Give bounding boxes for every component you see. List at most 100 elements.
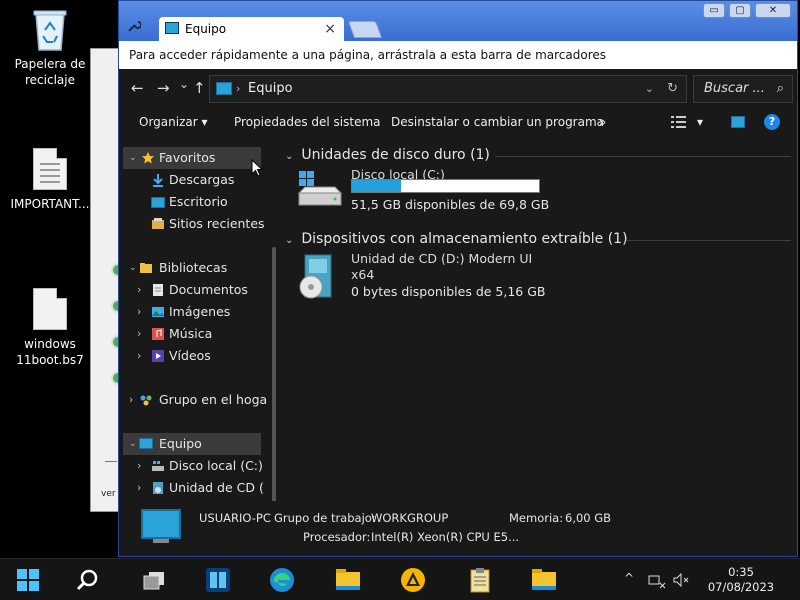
back-button[interactable]: ← <box>131 79 144 97</box>
search-icon[interactable]: ⌕ <box>777 76 784 102</box>
music-icon <box>152 328 164 340</box>
nav-desktop[interactable]: Escritorio <box>123 191 228 213</box>
tab-equipo[interactable]: Equipo × <box>159 17 344 41</box>
divider <box>495 156 791 157</box>
hard-drive-icon <box>297 171 343 206</box>
nav-local-disk[interactable]: › Disco local (C:) <box>123 455 263 477</box>
title-bar[interactable]: Equipo × ▭ ▢ ✕ <box>119 1 797 41</box>
new-tab-button[interactable] <box>347 21 383 38</box>
chevron-down-icon[interactable]: ⌄ <box>285 151 293 162</box>
cd-drive-icon <box>299 254 332 299</box>
tab-title: Equipo <box>185 22 227 36</box>
group-header-hard-drives[interactable]: ⌄ Unidades de disco duro (1) <box>285 147 490 167</box>
address-bar[interactable]: › Equipo ⌄ ↻ <box>209 75 687 103</box>
memory-label: Memoria: <box>509 511 564 525</box>
recent-locations-button[interactable]: ⌄ <box>179 77 189 91</box>
address-dropdown-button[interactable]: ⌄ <box>645 76 654 102</box>
app-window-icon[interactable] <box>204 566 232 594</box>
nav-downloads[interactable]: Descargas <box>123 169 234 191</box>
nav-homegroup[interactable]: › Grupo en el hoga <box>123 389 267 411</box>
uninstall-program-button[interactable]: Desinstalar o cambiar un programa <box>391 115 604 129</box>
network-icon[interactable] <box>648 571 666 589</box>
documents-icon <box>153 284 163 296</box>
task-view-icon[interactable] <box>140 566 168 594</box>
more-commands-button[interactable]: » <box>599 115 606 129</box>
refresh-button[interactable]: ↻ <box>667 76 678 102</box>
preview-pane-icon[interactable] <box>731 116 745 128</box>
drive-d[interactable]: Unidad de CD (D:) Modern UI x64 0 bytes … <box>285 251 565 307</box>
chevron-down-icon[interactable]: ⌄ <box>129 147 137 169</box>
nav-pictures[interactable]: › Imágenes <box>123 301 230 323</box>
chevron-right-icon[interactable]: › <box>137 279 141 301</box>
monitor-stand <box>153 539 169 543</box>
desktop-icon-recycle-bin[interactable]: Papelera de reciclaje <box>0 8 100 88</box>
volume-muted-icon[interactable] <box>672 571 690 589</box>
group-header-removable[interactable]: ⌄ Dispositivos con almacenamiento extraíb… <box>285 231 628 251</box>
nav-cd-drive[interactable]: › Unidad de CD ( <box>123 477 264 499</box>
organize-button[interactable]: Organizar ▾ <box>139 115 208 129</box>
chevron-right-icon[interactable]: › <box>129 389 133 411</box>
explorer-pane[interactable]: ← → ⌄ ↑ › Equipo ⌄ ↻ Buscar ... ⌕ Organi… <box>119 69 797 556</box>
forward-button[interactable]: → <box>157 79 170 97</box>
desktop-icon-important[interactable]: IMPORTANT... <box>0 148 100 212</box>
navigation-pane[interactable]: ⌄ Favoritos Descargas Escritorio Sitios … <box>123 147 276 507</box>
view-dropdown-button[interactable]: ▾ <box>697 115 703 129</box>
nav-recent-places-label: Sitios recientes <box>169 216 265 231</box>
chevron-down-icon[interactable]: ⌄ <box>285 235 293 246</box>
chevron-right-icon[interactable]: › <box>137 477 141 499</box>
bookmark-hint: Para acceder rápidamente a una página, a… <box>129 48 606 62</box>
folder-icon[interactable] <box>530 566 558 594</box>
nav-documents[interactable]: › Documentos <box>123 279 248 301</box>
divider <box>105 461 117 462</box>
clipboard-icon[interactable] <box>466 566 494 594</box>
chevron-right-icon[interactable]: › <box>137 323 141 345</box>
navpane-scrollbar[interactable] <box>272 247 276 507</box>
desktop-icon-label: Papelera de reciclaje <box>14 57 86 87</box>
drive-c-usage-fill <box>352 180 401 192</box>
nav-videos[interactable]: › Vídeos <box>123 345 211 367</box>
explorer-browser-window[interactable]: Equipo × ▭ ▢ ✕ Para acceder rápidamente … <box>118 0 798 557</box>
chevron-down-icon[interactable]: ⌄ <box>129 433 137 455</box>
close-button[interactable]: ✕ <box>755 3 791 18</box>
cd-drive-icon <box>153 482 163 494</box>
address-separator[interactable]: › <box>236 76 240 102</box>
app-triangle-icon[interactable] <box>399 566 427 594</box>
clock[interactable]: 0:35 07/08/2023 <box>700 565 782 595</box>
chevron-right-icon[interactable]: › <box>137 301 141 323</box>
tray-overflow-button[interactable]: ^ <box>624 571 634 585</box>
libraries-icon <box>140 263 152 273</box>
tab-close-button[interactable]: × <box>324 17 336 41</box>
maximize-button[interactable]: ▢ <box>729 3 751 18</box>
desktop-icon-windows11boot[interactable]: windows 11boot.bs7 <box>0 288 100 368</box>
help-button[interactable]: ? <box>764 114 780 130</box>
document-icon <box>30 288 70 332</box>
nav-videos-label: Vídeos <box>169 348 211 363</box>
drive-d-arch: x64 <box>351 267 375 282</box>
chevron-right-icon[interactable]: › <box>137 455 141 477</box>
address-location[interactable]: Equipo <box>248 81 293 96</box>
search-input[interactable]: Buscar ... ⌕ <box>693 75 793 103</box>
star-icon <box>142 152 154 164</box>
group-header-label: Dispositivos con almacenamiento extraíbl… <box>301 231 628 247</box>
wrench-icon[interactable] <box>127 19 141 33</box>
desktop-icon-label: IMPORTANT... <box>10 197 90 211</box>
search-placeholder: Buscar ... <box>704 81 765 96</box>
minimize-button[interactable]: ▭ <box>703 3 725 18</box>
nav-recent-places[interactable]: Sitios recientes <box>123 213 265 235</box>
nav-libraries[interactable]: ⌄ Bibliotecas <box>123 257 227 279</box>
clock-time: 0:35 <box>728 565 754 579</box>
system-properties-button[interactable]: Propiedades del sistema <box>234 115 381 129</box>
chevron-right-icon[interactable]: › <box>137 345 141 367</box>
homegroup-icon <box>140 395 152 406</box>
nav-music[interactable]: › Música <box>123 323 212 345</box>
chevron-down-icon[interactable]: ⌄ <box>129 257 137 279</box>
workgroup-value: WORKGROUP <box>371 511 449 525</box>
edge-icon[interactable] <box>268 566 296 594</box>
nav-computer[interactable]: ⌄ Equipo <box>123 433 261 455</box>
file-explorer-icon[interactable] <box>334 566 362 594</box>
search-icon[interactable] <box>74 566 102 594</box>
start-icon[interactable] <box>14 566 42 594</box>
bookmark-bar: Para acceder rápidamente a una página, a… <box>119 41 797 69</box>
up-button[interactable]: ↑ <box>193 79 206 97</box>
nav-favorites[interactable]: ⌄ Favoritos <box>123 147 261 169</box>
